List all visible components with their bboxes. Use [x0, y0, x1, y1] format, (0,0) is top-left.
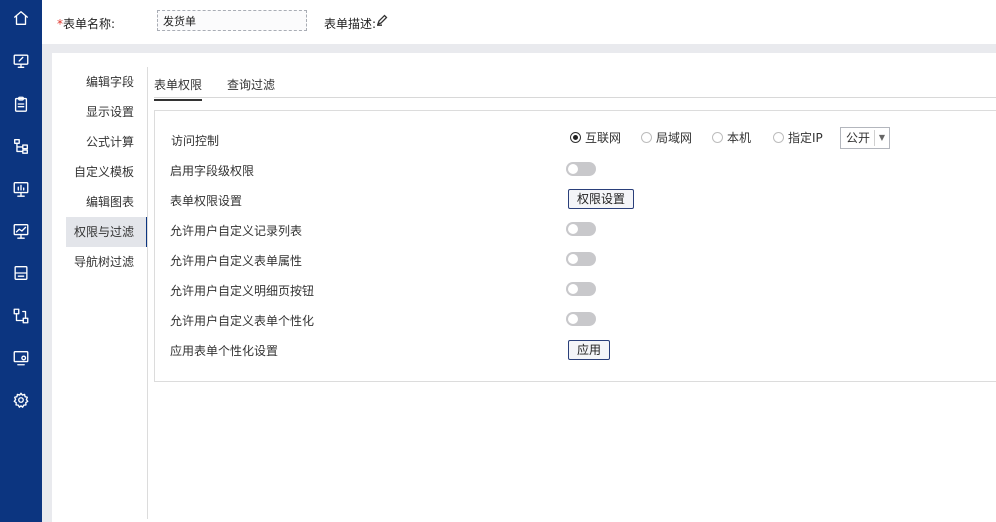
sidebar-divider: [147, 67, 148, 519]
custom-detail-buttons-toggle[interactable]: [566, 282, 596, 296]
radio-label: 本机: [727, 131, 752, 145]
radio-local[interactable]: 本机: [712, 129, 751, 146]
custom-personalize-toggle[interactable]: [566, 312, 596, 326]
tab-query-filter[interactable]: 查询过滤: [227, 76, 275, 93]
form-permission-label: 表单权限设置: [170, 194, 243, 208]
custom-record-list-toggle[interactable]: [566, 222, 596, 236]
radio-lan[interactable]: 局域网: [641, 129, 692, 146]
radio-dot: [641, 132, 652, 143]
chart-icon[interactable]: [11, 221, 31, 241]
gear-icon[interactable]: [11, 390, 31, 410]
field-permission-toggle[interactable]: [566, 162, 596, 176]
tab-bar: 表单权限 查询过滤: [154, 67, 996, 101]
select-value: 公开: [846, 131, 871, 145]
sidebar-item-formula[interactable]: 公式计算: [66, 127, 148, 157]
radio-dot: [712, 132, 723, 143]
main-panel: 编辑字段 显示设置 公式计算 自定义模板 编辑图表 权限与过滤 导航树过滤 表单…: [52, 53, 996, 522]
custom-form-props-toggle[interactable]: [566, 252, 596, 266]
radio-specified-ip[interactable]: 指定IP: [773, 129, 823, 146]
sidebar-item-display-settings[interactable]: 显示设置: [66, 97, 148, 127]
sidebar-item-nav-tree-filter[interactable]: 导航树过滤: [66, 247, 148, 277]
radio-label: 局域网: [656, 131, 693, 145]
radio-dot: [773, 132, 784, 143]
monitor-edit-icon[interactable]: [11, 51, 31, 71]
sidebar-item-custom-template[interactable]: 自定义模板: [66, 157, 148, 187]
sidebar-item-edit-chart[interactable]: 编辑图表: [66, 187, 148, 217]
org-chart-icon[interactable]: [11, 136, 31, 156]
form-name-input[interactable]: 发货单: [157, 10, 307, 31]
form-header: *表单名称: 发货单 表单描述:: [42, 0, 996, 44]
clipboard-icon[interactable]: [11, 94, 31, 114]
radio-label: 指定IP: [788, 131, 823, 145]
form-name-label: *表单名称:: [57, 15, 115, 32]
custom-record-list-label: 允许用户自定义记录列表: [170, 224, 303, 238]
flow-icon[interactable]: [11, 306, 31, 326]
permission-settings-button[interactable]: 权限设置: [568, 189, 635, 209]
sidebar-item-permission-filter[interactable]: 权限与过滤: [66, 217, 148, 247]
apply-button[interactable]: 应用: [568, 340, 611, 360]
visibility-select[interactable]: 公开 ▼: [840, 127, 890, 149]
custom-personalize-label: 允许用户自定义表单个性化: [170, 314, 315, 328]
access-control-label: 访问控制: [171, 134, 220, 148]
dashboard-icon[interactable]: [11, 179, 31, 199]
apply-personalize-label: 应用表单个性化设置: [170, 344, 279, 358]
field-permission-label: 启用字段级权限: [170, 164, 255, 178]
home-icon[interactable]: [11, 8, 31, 28]
layout-icon[interactable]: [11, 263, 31, 283]
sidebar-item-edit-fields[interactable]: 编辑字段: [66, 67, 148, 97]
chevron-down-icon: ▼: [874, 130, 889, 146]
custom-form-props-label: 允许用户自定义表单属性: [170, 254, 303, 268]
custom-detail-buttons-label: 允许用户自定义明细页按钮: [170, 284, 315, 298]
radio-label: 互联网: [585, 131, 622, 145]
screen-settings-icon[interactable]: [11, 348, 31, 368]
left-rail: [0, 0, 42, 522]
settings-sidebar: 编辑字段 显示设置 公式计算 自定义模板 编辑图表 权限与过滤 导航树过滤: [66, 67, 148, 277]
radio-internet[interactable]: 互联网: [570, 129, 621, 146]
form-name-label-text: 表单名称:: [63, 17, 116, 31]
tab-form-permission[interactable]: 表单权限: [154, 76, 203, 101]
form-desc-label: 表单描述:: [324, 17, 377, 31]
pencil-icon[interactable]: [376, 14, 388, 26]
radio-dot: [570, 132, 581, 143]
